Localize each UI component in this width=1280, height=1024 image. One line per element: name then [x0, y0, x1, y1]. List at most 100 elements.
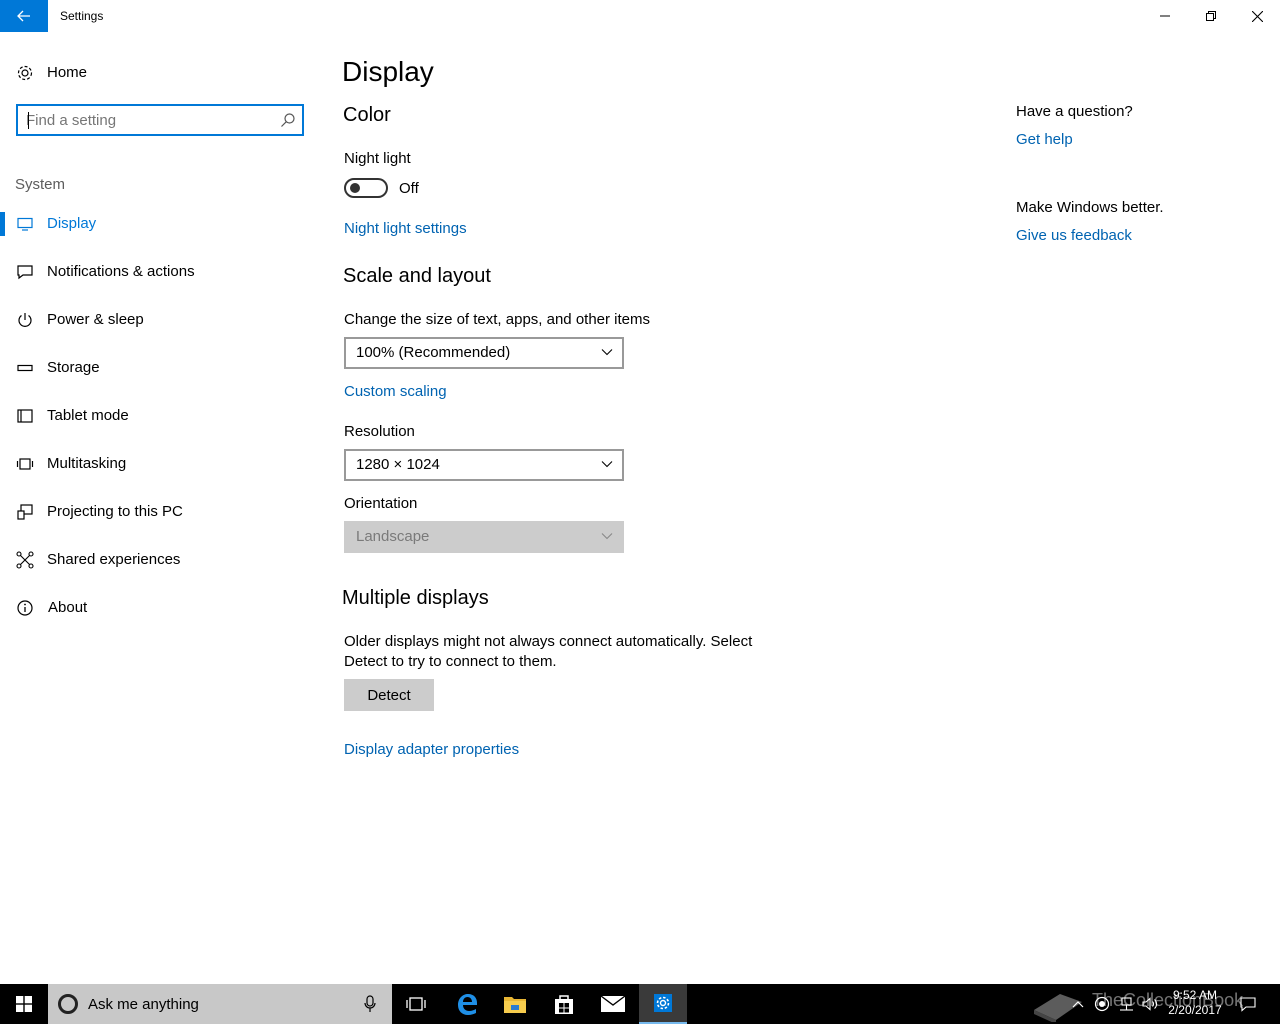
resolution-value: 1280 × 1024 [356, 456, 440, 473]
night-light-settings-link[interactable]: Night light settings [344, 220, 467, 237]
sidebar-item-shared-experiences[interactable]: Shared experiences [0, 540, 320, 580]
close-icon [1251, 10, 1263, 22]
notification-icon [16, 263, 34, 281]
resolution-dropdown[interactable]: 1280 × 1024 [344, 449, 624, 481]
sidebar-item-label: Notifications & actions [47, 263, 195, 280]
get-help-link[interactable]: Get help [1016, 131, 1073, 148]
volume-icon [1142, 997, 1157, 1011]
settings-search[interactable] [16, 104, 304, 136]
sidebar-item-projecting[interactable]: Projecting to this PC [0, 492, 320, 532]
display-adapter-properties-link[interactable]: Display adapter properties [344, 741, 519, 758]
clock-date: 2/20/2017 [1168, 1003, 1222, 1017]
multiple-displays-description: Older displays might not always connect … [344, 633, 753, 670]
sidebar-item-label: Storage [47, 359, 100, 376]
windows-logo-icon [16, 996, 32, 1012]
minimize-icon [1160, 15, 1170, 17]
sidebar-item-storage[interactable]: Storage [0, 348, 320, 388]
gear-icon [16, 64, 34, 82]
store-button[interactable] [540, 984, 588, 1024]
chevron-up-icon [1072, 1001, 1084, 1008]
sidebar-item-label: About [48, 599, 88, 616]
mail-icon [600, 995, 626, 1012]
search-input[interactable] [26, 110, 276, 130]
network-icon [1120, 997, 1133, 1011]
monitor-icon [16, 215, 34, 233]
file-explorer-icon [504, 997, 526, 1013]
night-light-toggle[interactable] [344, 178, 388, 198]
minimize-button[interactable] [1142, 0, 1188, 32]
section-title-color: Color [343, 104, 391, 126]
toggle-knob [350, 183, 360, 193]
sidebar-item-tablet-mode[interactable]: Tablet mode [0, 396, 320, 436]
sidebar-item-about[interactable]: About [0, 588, 320, 628]
taskbar-clock[interactable]: 9:52 AM 2/20/2017 [1160, 988, 1230, 1018]
window-title: Settings [60, 9, 104, 23]
night-light-label: Night light [344, 150, 411, 167]
settings-taskbar-button[interactable] [639, 984, 687, 1024]
microphone-icon[interactable] [364, 995, 376, 1013]
sidebar-item-label: Tablet mode [47, 407, 129, 424]
start-button[interactable] [0, 984, 48, 1024]
network-button[interactable] [1116, 984, 1136, 1024]
feedback-prompt: Make Windows better. [1016, 199, 1164, 216]
tray-status-button[interactable] [1092, 984, 1112, 1024]
power-icon [16, 311, 34, 329]
volume-button[interactable] [1140, 984, 1160, 1024]
sidebar-item-label: Projecting to this PC [47, 503, 183, 520]
sidebar-home[interactable]: Home [0, 56, 320, 90]
title-bar: Settings [0, 0, 1280, 32]
night-light-state: Off [399, 180, 419, 197]
size-label: Change the size of text, apps, and other… [344, 311, 651, 328]
custom-scaling-link[interactable]: Custom scaling [344, 383, 447, 400]
group-label-system: System [15, 176, 66, 193]
cortana-icon [58, 994, 78, 1014]
section-title-scale: Scale and layout [343, 265, 491, 287]
help-question: Have a question? [1016, 103, 1133, 120]
scale-value: 100% (Recommended) [356, 344, 511, 361]
search-icon[interactable] [280, 112, 296, 128]
storage-icon [16, 359, 34, 377]
record-icon [1094, 996, 1110, 1012]
active-indicator [0, 212, 5, 236]
give-feedback-link[interactable]: Give us feedback [1016, 227, 1132, 244]
sidebar-item-multitasking[interactable]: Multitasking [0, 444, 320, 484]
settings-icon [654, 994, 672, 1012]
info-icon [16, 599, 34, 617]
shared-experiences-icon [16, 551, 34, 569]
home-label: Home [47, 64, 88, 81]
action-center-button[interactable] [1236, 984, 1260, 1024]
orientation-label: Orientation [344, 495, 418, 512]
sidebar-item-label: Shared experiences [47, 551, 181, 568]
sidebar-item-label: Display [47, 215, 97, 232]
taskbar: Ask me anything TheCollectionBook 9:52 A… [0, 984, 1280, 1024]
section-title-multiple-displays: Multiple displays [342, 587, 489, 609]
sidebar-item-display[interactable]: Display [0, 204, 320, 244]
sidebar-item-label: Power & sleep [47, 311, 144, 328]
chevron-down-icon [601, 349, 613, 356]
file-explorer-button[interactable] [491, 984, 539, 1024]
tablet-icon [16, 407, 34, 425]
orientation-dropdown: Landscape [344, 521, 624, 553]
clock-time: 9:52 AM [1172, 988, 1218, 1002]
text-caret [28, 112, 29, 129]
task-view-icon [406, 997, 426, 1011]
edge-button[interactable] [443, 984, 491, 1024]
restore-button[interactable] [1188, 0, 1234, 32]
detect-button[interactable]: Detect [344, 679, 434, 711]
page-title: Display [342, 56, 434, 87]
chevron-down-icon [601, 533, 613, 540]
cortana-search-box[interactable]: Ask me anything [48, 984, 392, 1024]
task-view-button[interactable] [392, 984, 440, 1024]
scale-dropdown[interactable]: 100% (Recommended) [344, 337, 624, 369]
projecting-icon [16, 503, 34, 521]
close-button[interactable] [1234, 0, 1280, 32]
show-hidden-icons-button[interactable] [1068, 984, 1088, 1024]
mail-button[interactable] [589, 984, 637, 1024]
sidebar-item-notifications[interactable]: Notifications & actions [0, 252, 320, 292]
sidebar-item-label: Multitasking [47, 455, 127, 472]
sidebar-item-power[interactable]: Power & sleep [0, 300, 320, 340]
back-arrow-icon [17, 10, 30, 22]
restore-icon [1206, 11, 1216, 21]
back-button[interactable] [0, 0, 48, 32]
orientation-value: Landscape [356, 528, 430, 545]
